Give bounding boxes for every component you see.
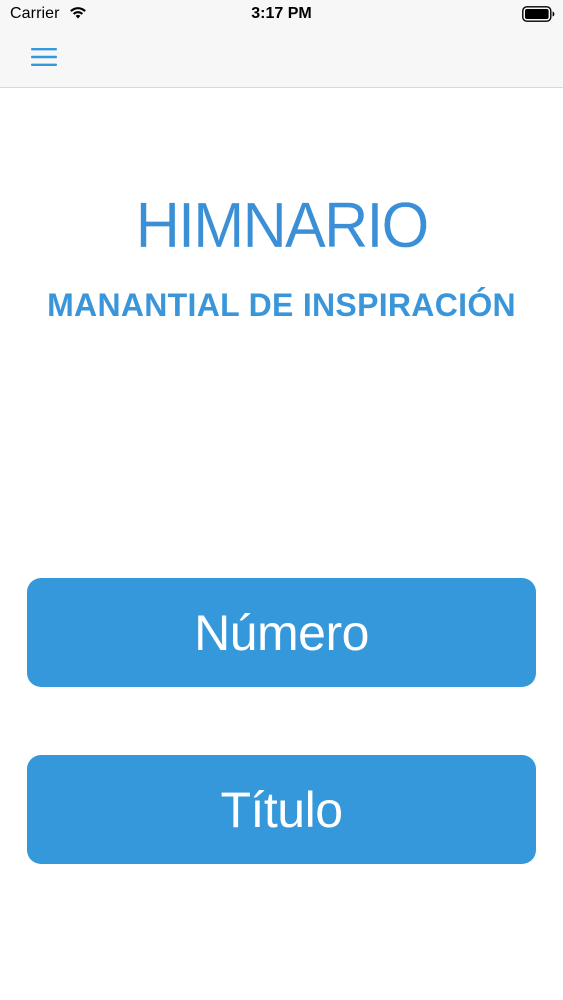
app-subtitle: MANANTIAL DE INSPIRACIÓN [47, 287, 516, 323]
navigation-bar [0, 30, 563, 87]
search-by-number-button[interactable]: Número [27, 578, 536, 687]
clock-time: 3:17 PM [251, 5, 312, 22]
battery-icon [522, 6, 555, 22]
status-bar: Carrier 3:17 PM [0, 0, 563, 30]
top-bar: Carrier 3:17 PM [0, 0, 563, 88]
app-title: HIMNARIO [135, 189, 429, 261]
app-screen: Carrier 3:17 PM HIMNARIO MANANTIAL DE IN… [0, 0, 563, 1000]
menu-button[interactable] [24, 40, 64, 74]
hamburger-menu-icon [31, 48, 57, 66]
search-by-title-button[interactable]: Título [27, 755, 536, 864]
